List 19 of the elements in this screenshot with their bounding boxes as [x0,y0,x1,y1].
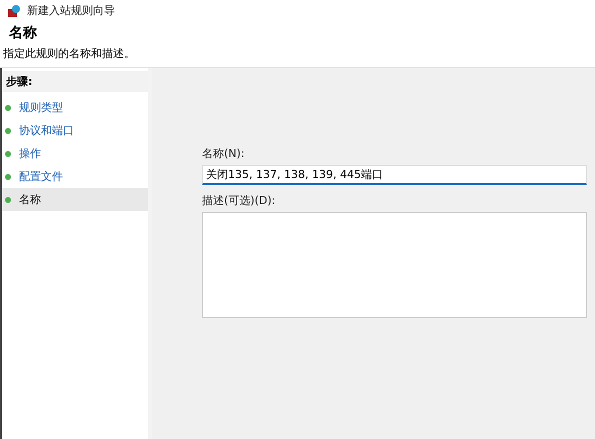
step-item[interactable]: 配置文件 [2,165,148,188]
step-item[interactable]: 操作 [2,142,148,165]
bullet-icon [5,104,11,110]
description-field[interactable] [202,212,587,318]
step-item[interactable]: 规则类型 [2,96,148,119]
bullet-icon [5,128,11,134]
name-label: 名称(N): [202,146,246,161]
bullet-icon [5,196,11,202]
bullet-icon [5,174,11,180]
steps-heading: 步骤: [2,71,148,92]
step-item[interactable]: 名称 [2,188,148,211]
step-item[interactable]: 协议和端口 [2,119,148,142]
page-description: 指定此规则的名称和描述。 [3,46,136,61]
shield-icon [8,4,21,16]
description-label: 描述(可选)(D): [202,193,276,208]
window-title: 新建入站规则向导 [27,2,115,18]
bullet-icon [5,150,11,156]
name-field[interactable]: 关闭135, 137, 138, 139, 445端口 [202,165,587,185]
page-title: 名称 [8,24,38,42]
